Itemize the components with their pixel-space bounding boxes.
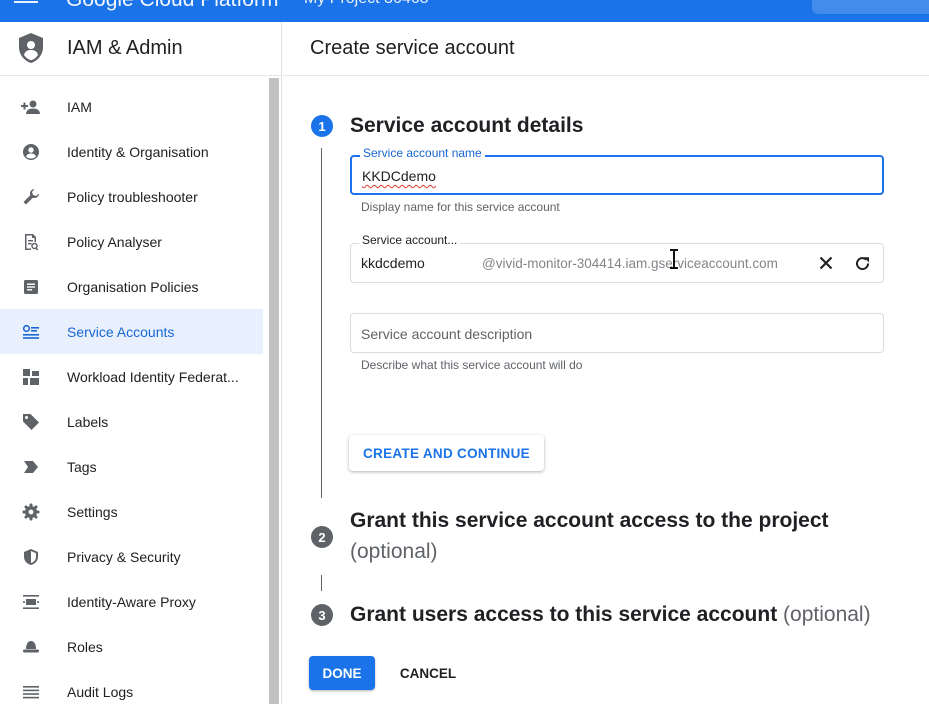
- sidebar-item-settings[interactable]: Settings: [0, 489, 263, 534]
- service-account-description-field[interactable]: Service account description: [350, 313, 884, 353]
- sidebar-title: IAM & Admin: [67, 37, 183, 59]
- sidebar-item-workload-identity-federation[interactable]: Workload Identity Federat...: [0, 354, 263, 399]
- step-2-optional: (optional): [350, 540, 438, 563]
- refresh-icon[interactable]: [850, 251, 874, 275]
- project-selector[interactable]: My Project 36468: [304, 0, 429, 8]
- step-1-title: Service account details: [350, 114, 584, 137]
- sidebar-item-policy-troubleshooter[interactable]: Policy troubleshooter: [0, 174, 263, 219]
- sidebar-item-privacy-security[interactable]: Privacy & Security: [0, 534, 263, 579]
- wrench-icon: [21, 187, 41, 207]
- sidebar-item-roles[interactable]: Roles: [0, 624, 263, 669]
- sidebar-item-label: IAM: [67, 98, 92, 115]
- sidebar-item-identity-aware-proxy[interactable]: Identity-Aware Proxy: [0, 579, 263, 624]
- service-account-description-hint: Describe what this service account will …: [361, 358, 583, 372]
- sidebar-item-label: Policy Analyser: [67, 233, 162, 250]
- brand-name[interactable]: Google Cloud Platform: [66, 0, 278, 12]
- sidebar-nav: IAM Identity & Organisation Policy troub…: [0, 76, 281, 714]
- person-add-icon: [21, 97, 41, 117]
- service-account-icon: [21, 322, 41, 342]
- step-1-indicator: 1: [311, 115, 333, 137]
- create-and-continue-button[interactable]: CREATE AND CONTINUE: [349, 435, 544, 471]
- hamburger-menu-icon[interactable]: [14, 0, 38, 8]
- service-account-name-label: Service account name: [360, 146, 485, 160]
- sidebar-item-iam[interactable]: IAM: [0, 84, 263, 129]
- step-connector: [321, 575, 322, 591]
- sidebar-item-tags[interactable]: Tags: [0, 444, 263, 489]
- sidebar-item-organisation-policies[interactable]: Organisation Policies: [0, 264, 263, 309]
- service-account-name-value[interactable]: KKDCdemo: [362, 168, 436, 184]
- sidebar-item-label: Audit Logs: [67, 683, 134, 700]
- workload-identity-icon: [21, 367, 41, 387]
- step-2-title-text: Grant this service account access to the…: [350, 509, 829, 532]
- step-3-title-text: Grant users access to this service accou…: [350, 603, 778, 626]
- iam-shield-icon: [19, 33, 43, 63]
- cancel-button[interactable]: CANCEL: [389, 656, 467, 690]
- sidebar-item-label: Labels: [67, 413, 109, 430]
- step-3-optional: (optional): [783, 603, 871, 626]
- service-account-email-suffix: @vivid-monitor-304414.iam.gserviceaccoun…: [482, 256, 778, 271]
- text-cursor-icon: [670, 249, 678, 269]
- sidebar-item-label: Identity-Aware Proxy: [67, 593, 196, 610]
- sidebar-header: IAM & Admin: [0, 22, 281, 76]
- page-header: Create service account: [283, 22, 929, 76]
- sidebar-item-policy-analyser[interactable]: Policy Analyser: [0, 219, 263, 264]
- sidebar: IAM & Admin IAM Identity & Organisation …: [0, 22, 282, 704]
- sidebar-item-label: Tags: [67, 458, 97, 475]
- done-button[interactable]: DONE: [309, 656, 375, 690]
- sidebar-item-label: Roles: [67, 638, 103, 655]
- step-connector: [321, 148, 322, 498]
- service-account-id-label: Service account...: [359, 233, 461, 247]
- service-account-id-field[interactable]: Service account... kkdcdemo @vivid-monit…: [350, 233, 884, 283]
- sidebar-item-label: Settings: [67, 503, 118, 520]
- document-search-icon: [21, 232, 41, 252]
- sidebar-item-label: Service Accounts: [67, 323, 175, 340]
- service-account-description-placeholder: Service account description: [361, 326, 533, 342]
- step-3-indicator: 3: [311, 604, 333, 626]
- gear-icon: [21, 502, 41, 522]
- sidebar-item-label: Privacy & Security: [67, 548, 181, 565]
- search-box[interactable]: [812, 0, 929, 14]
- sidebar-item-label: Policy troubleshooter: [67, 188, 198, 205]
- sidebar-item-service-accounts[interactable]: Service Accounts: [0, 309, 263, 354]
- sidebar-item-label: Identity & Organisation: [67, 143, 209, 160]
- step-3-title[interactable]: Grant users access to this service accou…: [350, 603, 871, 627]
- sidebar-item-identity-organisation[interactable]: Identity & Organisation: [0, 129, 263, 174]
- main-content: Create service account 1 Service account…: [283, 22, 929, 704]
- sidebar-item-audit-logs[interactable]: Audit Logs: [0, 669, 263, 714]
- roles-hat-icon: [21, 637, 41, 657]
- top-app-bar: Google Cloud Platform My Project 36468: [0, 0, 929, 22]
- list-doc-icon: [21, 277, 41, 297]
- step-2-title[interactable]: Grant this service account access to the…: [350, 509, 829, 533]
- sidebar-item-label: Workload Identity Federat...: [67, 368, 239, 385]
- proxy-icon: [21, 592, 41, 612]
- tag-chevron-icon: [21, 457, 41, 477]
- clear-icon[interactable]: [814, 251, 838, 275]
- sidebar-item-label: Organisation Policies: [67, 278, 199, 295]
- sidebar-scrollbar[interactable]: [269, 78, 279, 704]
- step-2-indicator: 2: [311, 526, 333, 548]
- shield-icon: [21, 547, 41, 567]
- lines-icon: [21, 682, 41, 702]
- service-account-id-value[interactable]: kkdcdemo: [361, 255, 425, 271]
- service-account-name-hint: Display name for this service account: [361, 200, 560, 214]
- service-account-name-field[interactable]: Service account name KKDCdemo: [350, 146, 884, 195]
- label-tag-icon: [21, 412, 41, 432]
- account-circle-icon: [21, 142, 41, 162]
- page-title: Create service account: [310, 37, 515, 59]
- sidebar-item-labels[interactable]: Labels: [0, 399, 263, 444]
